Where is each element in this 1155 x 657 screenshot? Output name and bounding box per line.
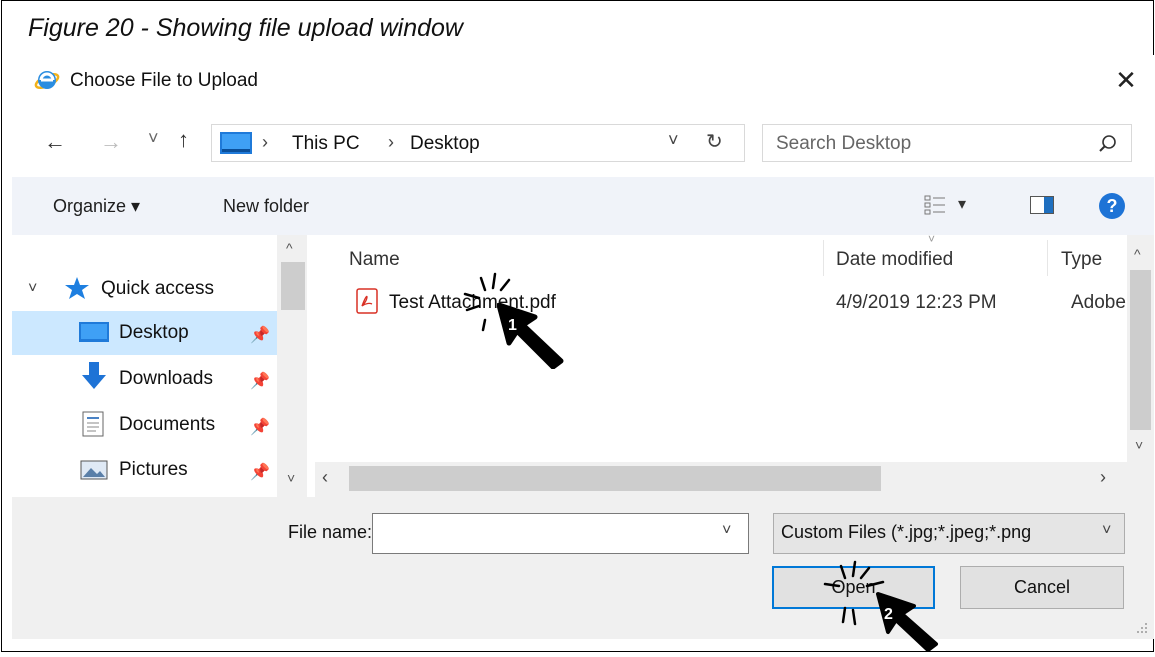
file-date-cell: 4/9/2019 12:23 PM <box>836 292 997 313</box>
up-button[interactable]: ↑ <box>178 127 189 153</box>
file-type-cell: Adobe <box>1071 292 1126 313</box>
sidebar-item-documents[interactable]: Documents <box>119 414 215 436</box>
breadcrumb-this-pc[interactable]: This PC <box>292 133 360 155</box>
column-divider <box>823 240 824 276</box>
cancel-button[interactable]: Cancel <box>960 566 1124 609</box>
file-type-filter-value: Custom Files (*.jpg;*.jpeg;*.png <box>781 522 1032 542</box>
breadcrumb-separator: › <box>262 132 268 152</box>
sort-indicator-icon: ˅ <box>928 232 936 246</box>
file-list-horizontal-scroll-thumb[interactable] <box>349 466 881 491</box>
documents-icon <box>82 411 104 437</box>
downloads-icon <box>80 362 108 392</box>
pdf-icon <box>356 288 378 314</box>
column-divider <box>1047 240 1048 276</box>
column-header-date-modified[interactable]: Date modified <box>836 249 953 271</box>
file-list-vertical-scroll-thumb[interactable] <box>1130 270 1151 430</box>
view-icon[interactable] <box>924 195 946 215</box>
scroll-left-arrow-icon[interactable]: ‹ <box>322 467 328 488</box>
expand-chevron-icon[interactable]: ˅ <box>28 280 37 298</box>
file-name-label: File name: <box>288 522 373 542</box>
navigation-pane <box>12 235 315 497</box>
organize-button[interactable]: Organize ▾ <box>53 196 140 217</box>
quick-access-star-icon <box>64 276 90 300</box>
file-list-pane <box>315 235 1139 462</box>
breadcrumb-separator: › <box>388 132 394 152</box>
sidebar-item-downloads[interactable]: Downloads <box>119 368 213 390</box>
pin-icon: 📌 <box>250 373 270 390</box>
scroll-down-arrow-icon[interactable]: ˅ <box>1135 437 1143 453</box>
breadcrumb-desktop[interactable]: Desktop <box>410 133 480 155</box>
navigation-pane-scroll-thumb[interactable] <box>281 262 305 310</box>
file-name-dropdown-icon[interactable]: ˅ <box>722 522 731 540</box>
view-dropdown-button[interactable]: ▾ <box>958 194 966 214</box>
scroll-right-arrow-icon[interactable]: › <box>1100 467 1106 488</box>
desktop-icon <box>79 322 109 342</box>
cursor-icon <box>496 302 567 370</box>
back-button[interactable]: ← <box>44 129 66 155</box>
pin-icon: 📌 <box>250 419 270 436</box>
sidebar-item-pictures[interactable]: Pictures <box>119 459 188 481</box>
forward-button[interactable]: → <box>100 129 122 155</box>
scroll-up-arrow-icon[interactable]: ^ <box>286 240 293 256</box>
help-glyph: ? <box>1106 195 1118 216</box>
search-icon[interactable] <box>1098 134 1118 154</box>
cancel-button-label: Cancel <box>1013 577 1071 597</box>
address-dropdown-button[interactable]: ˅ <box>668 130 679 151</box>
column-header-name[interactable]: Name <box>349 249 400 271</box>
resize-grip-icon[interactable] <box>1134 620 1148 634</box>
pc-icon <box>220 132 252 154</box>
step-2-label: 2 <box>884 606 893 623</box>
pictures-icon <box>80 460 108 480</box>
filter-dropdown-icon[interactable]: ˅ <box>1102 522 1111 540</box>
scroll-down-arrow-icon[interactable]: ˅ <box>287 470 295 486</box>
refresh-button[interactable]: ↻ <box>706 129 723 154</box>
column-header-type[interactable]: Type <box>1061 249 1102 271</box>
search-placeholder: Search Desktop <box>776 133 912 154</box>
ie-logo-icon <box>34 67 60 93</box>
sidebar-item-quick-access[interactable]: Quick access <box>101 278 214 300</box>
pin-icon: 📌 <box>250 327 270 344</box>
preview-pane-icon[interactable] <box>1030 196 1054 214</box>
step-1-label: 1 <box>508 317 517 334</box>
close-button[interactable]: ✕ <box>1108 62 1144 98</box>
command-toolbar <box>12 177 1154 235</box>
figure-caption: Figure 20 - Showing file upload window <box>28 14 463 42</box>
new-folder-button[interactable]: New folder <box>223 196 309 217</box>
dialog-title: Choose File to Upload <box>70 70 258 91</box>
recent-locations-button[interactable]: ˅ <box>148 128 159 149</box>
file-name-input[interactable] <box>372 513 749 554</box>
help-icon[interactable]: ? <box>1099 193 1125 219</box>
scroll-up-arrow-icon[interactable]: ^ <box>1134 246 1141 262</box>
pin-icon: 📌 <box>250 464 270 481</box>
sidebar-item-desktop[interactable]: Desktop <box>119 322 189 344</box>
